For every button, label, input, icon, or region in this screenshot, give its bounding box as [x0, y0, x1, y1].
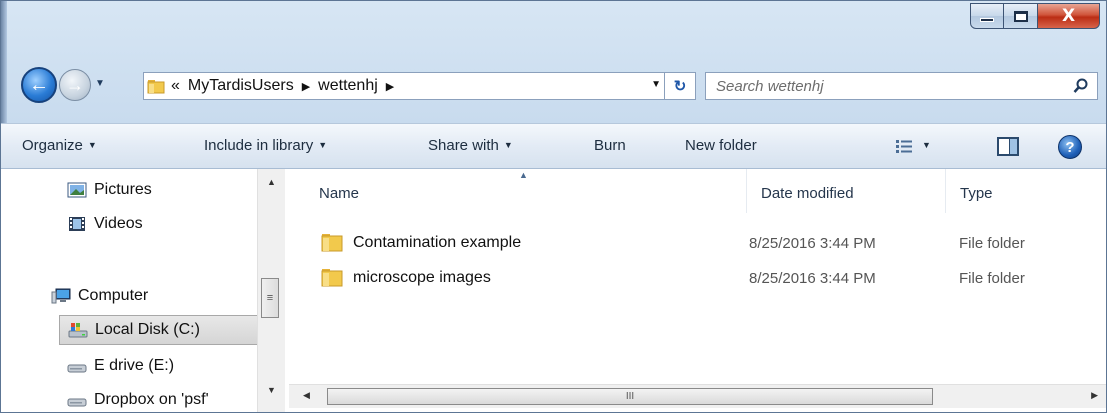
views-dropdown-icon[interactable]: ▼	[922, 140, 931, 150]
sort-ascending-icon: ▲	[519, 170, 528, 180]
organize-button[interactable]: Organize ▼	[22, 137, 97, 154]
maximize-icon	[1013, 10, 1028, 22]
search-icon[interactable]	[1073, 78, 1089, 94]
scroll-up-icon[interactable]: ▲	[267, 177, 276, 187]
file-date: 8/25/2016 3:44 PM	[749, 270, 876, 287]
include-in-library-button[interactable]: Include in library ▼	[204, 137, 327, 154]
videos-icon	[69, 217, 85, 231]
refresh-icon: ↻	[673, 78, 687, 95]
organize-label: Organize	[22, 137, 83, 154]
sidebar-item-videos[interactable]: Videos	[67, 215, 143, 233]
file-type: File folder	[959, 235, 1025, 252]
sidebar-item-computer[interactable]: Computer	[51, 287, 148, 305]
table-row[interactable]: microscope images 8/25/2016 3:44 PM File…	[289, 266, 1106, 294]
share-with-label: Share with	[428, 137, 499, 154]
file-type: File folder	[959, 270, 1025, 287]
chevron-down-icon: ▼	[87, 140, 97, 150]
back-arrow-icon: ←	[29, 73, 49, 96]
column-header-name[interactable]: Name	[319, 185, 359, 202]
help-icon[interactable]: ?	[1058, 135, 1082, 159]
file-name-cell: microscope images	[321, 268, 491, 287]
include-in-library-label: Include in library	[204, 137, 314, 154]
sidebar-item-pictures[interactable]: Pictures	[67, 181, 152, 199]
content-area: Pictures Videos Computer Local Disk (C:)…	[1, 169, 1106, 412]
breadcrumb-item-wettenhj[interactable]: wettenhj	[318, 77, 378, 95]
change-view-icon[interactable]	[895, 138, 913, 154]
sidebar-item-label: Dropbox on 'psf'	[94, 391, 209, 408]
folder-icon	[147, 80, 165, 94]
scrollbar-thumb[interactable]: III	[327, 388, 933, 405]
local-disk-icon	[68, 323, 88, 338]
minimize-button[interactable]	[970, 3, 1004, 29]
burn-button[interactable]: Burn	[594, 137, 626, 154]
drive-icon	[67, 398, 87, 407]
column-divider[interactable]	[746, 169, 747, 213]
search-input[interactable]: Search wettenhj	[716, 78, 824, 95]
sidebar-item-label: Computer	[78, 287, 149, 304]
file-date: 8/25/2016 3:44 PM	[749, 235, 876, 252]
navigation-pane-scrollbar[interactable]: ▲ ≡ ▼	[257, 169, 285, 412]
close-button[interactable]: X	[1038, 3, 1100, 29]
share-with-button[interactable]: Share with ▼	[428, 137, 513, 154]
file-name-cell: Contamination example	[321, 233, 521, 252]
sidebar-item-dropbox[interactable]: Dropbox on 'psf'	[67, 391, 209, 409]
forward-button[interactable]: →	[59, 69, 91, 101]
forward-arrow-icon: →	[66, 74, 84, 95]
column-header-type[interactable]: Type	[960, 185, 993, 202]
address-dropdown-icon[interactable]: ▼	[651, 79, 661, 90]
minimize-icon	[980, 18, 994, 22]
sidebar-item-label: Pictures	[94, 181, 152, 198]
scroll-right-icon[interactable]: ▶	[1091, 390, 1098, 401]
refresh-button[interactable]: ↻	[664, 73, 695, 99]
breadcrumb-item-mytardisusers[interactable]: MyTardisUsers	[188, 77, 294, 95]
chevron-down-icon: ▼	[503, 140, 513, 150]
column-divider[interactable]	[945, 169, 946, 213]
navigation-bar: ← → ▼ « MyTardisUsers ▶ wettenhj ▶ ▼ ↻ S…	[1, 63, 1106, 107]
caption-buttons: X	[970, 3, 1100, 29]
preview-pane-icon[interactable]	[997, 137, 1019, 156]
table-row[interactable]: Contamination example 8/25/2016 3:44 PM …	[289, 231, 1106, 259]
maximize-button[interactable]	[1004, 3, 1038, 29]
search-box[interactable]: Search wettenhj	[705, 72, 1098, 100]
explorer-window: X ← → ▼ « MyTardisUsers ▶ wettenhj ▶ ▼ ↻…	[0, 0, 1107, 413]
pictures-icon	[67, 182, 87, 198]
sidebar-item-label: E drive (E:)	[94, 357, 175, 374]
breadcrumb-separator-icon[interactable]: ▶	[386, 80, 394, 93]
chevron-down-icon: ▼	[318, 140, 328, 150]
navigation-pane: Pictures Videos Computer Local Disk (C:)…	[1, 169, 289, 412]
scroll-down-icon[interactable]: ▼	[267, 385, 276, 395]
folder-icon	[321, 269, 343, 287]
sidebar-item-label: Local Disk (C:)	[95, 321, 200, 338]
file-list-horizontal-scrollbar[interactable]: ◀ III ▶	[289, 384, 1106, 408]
new-folder-button[interactable]: New folder	[685, 137, 757, 154]
recent-pages-dropdown-icon[interactable]: ▼	[95, 78, 105, 89]
breadcrumb-overflow[interactable]: «	[171, 77, 180, 95]
scroll-left-icon[interactable]: ◀	[303, 390, 310, 401]
folder-icon	[321, 234, 343, 252]
sidebar-item-local-disk-c[interactable]: Local Disk (C:)	[59, 315, 259, 345]
address-bar[interactable]: « MyTardisUsers ▶ wettenhj ▶ ▼ ↻	[143, 72, 696, 100]
computer-icon	[51, 288, 71, 304]
command-bar: Organize ▼ Include in library ▼ Share with…	[1, 123, 1106, 169]
column-header-date-modified[interactable]: Date modified	[761, 185, 854, 202]
file-list: ▲ Name Date modified Type Contamination …	[289, 169, 1106, 412]
back-button[interactable]: ←	[21, 67, 57, 103]
sidebar-item-e-drive[interactable]: E drive (E:)	[67, 357, 174, 375]
breadcrumb: « MyTardisUsers ▶ wettenhj ▶	[171, 77, 394, 95]
sidebar-item-label: Videos	[94, 215, 143, 232]
drive-icon	[67, 364, 87, 373]
file-name: microscope images	[353, 268, 491, 286]
file-name: Contamination example	[353, 233, 522, 251]
scrollbar-thumb[interactable]: ≡	[261, 278, 279, 318]
breadcrumb-separator-icon[interactable]: ▶	[302, 80, 310, 93]
